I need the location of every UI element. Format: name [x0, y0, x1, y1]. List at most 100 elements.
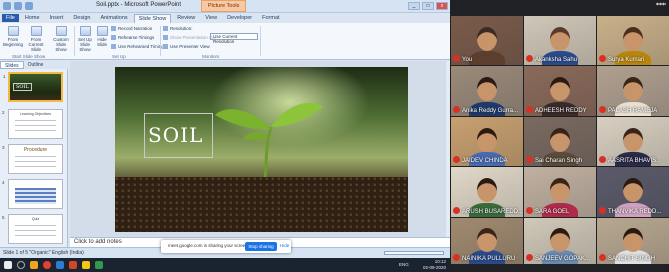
participant-name: THANVIKA REDD... [608, 209, 662, 215]
participant-name: PALASH RAMEJA [608, 108, 658, 114]
slide-thumbnail-3[interactable]: 3 Procedure [2, 144, 63, 174]
group-set-up: Set Up [112, 54, 126, 59]
participant-tile[interactable]: Surya Kumari [597, 16, 669, 65]
slide-thumbnail-list[interactable]: 1 SOIL 2 Learning Objectives 3 Procedure… [0, 69, 68, 247]
ribbon: From Beginning From Current Slide Custom… [0, 23, 450, 60]
participant-tile[interactable]: NAINIKA PULLURU [451, 218, 523, 264]
from-current-slide-button[interactable]: From Current Slide [25, 26, 47, 52]
slide-thumbnail-1[interactable]: 1 SOIL [3, 72, 63, 102]
slide-thumbnail-4[interactable]: 4 [2, 179, 63, 209]
folder-icon[interactable] [82, 261, 90, 269]
slide-title-box[interactable]: SOIL [144, 113, 213, 158]
tab-insert[interactable]: Insert [46, 14, 68, 22]
maximize-button[interactable]: □ [422, 2, 434, 10]
participant-face [477, 26, 497, 51]
start-icon[interactable] [4, 261, 12, 269]
resolution-label: Resolution: [163, 26, 193, 32]
use-rehearsed-timings-checkbox[interactable]: Use Rehearsed Timings [111, 44, 166, 50]
participant-name: SANCHIT SINGH [608, 256, 655, 262]
mic-off-icon [526, 106, 533, 113]
mic-off-icon [453, 55, 460, 62]
set-up-slide-show-button[interactable]: Set Up Slide Show [76, 26, 94, 52]
participant-face [550, 228, 570, 253]
participant-tile[interactable]: Akanksha Sahu [524, 16, 596, 65]
more-options-icon[interactable] [656, 2, 666, 6]
share-message: meet.google.com is sharing your screen. [168, 243, 250, 248]
status-text: Slide 1 of 5 "Organic" English (India) [3, 250, 84, 256]
title-bar: Soil.pptx - Microsoft PowerPoint Picture… [0, 0, 450, 13]
participant-tile[interactable]: SARA GOEL [524, 167, 596, 217]
participant-tile[interactable]: SANJEEV GOPAK... [524, 218, 596, 264]
mic-off-icon [453, 254, 460, 261]
hide-slide-button[interactable]: Hide Slide [95, 26, 109, 47]
undo-icon[interactable] [14, 2, 22, 10]
mic-off-icon [599, 254, 606, 261]
participant-face [623, 127, 643, 152]
search-icon[interactable] [17, 261, 25, 269]
slide-title-text: SOIL [148, 123, 204, 147]
tab-slide-show[interactable]: Slide Show [133, 13, 172, 23]
rehearse-timings-button[interactable]: Rehearse Timings [111, 35, 154, 41]
tab-file[interactable]: File [2, 14, 19, 22]
participant-tile[interactable]: You [451, 16, 523, 65]
powerpoint-window: Soil.pptx - Microsoft PowerPoint Picture… [0, 0, 450, 258]
save-icon[interactable] [3, 2, 11, 10]
windows-taskbar: ENG 10:12 02-09-2020 [0, 258, 450, 272]
mic-off-icon [453, 207, 460, 214]
hide-link[interactable]: Hide [280, 243, 289, 248]
zoom-slider[interactable] [384, 251, 444, 255]
language-indicator[interactable]: ENG [399, 262, 409, 267]
participant-tile[interactable]: Sai Charan Singh [524, 117, 596, 166]
participant-tile[interactable]: ADHEESH REDDY [524, 66, 596, 116]
ribbon-divider [260, 26, 261, 56]
participant-video [469, 51, 505, 65]
participant-name: SARA GOEL [535, 209, 570, 215]
tab-home[interactable]: Home [21, 14, 44, 22]
tab-design[interactable]: Design [69, 14, 94, 22]
tab-view[interactable]: View [201, 14, 221, 22]
stop-sharing-button[interactable]: Stop sharing [245, 242, 277, 251]
participant-face [477, 178, 497, 202]
participant-name: Sai Charan Singh [535, 158, 583, 164]
slide-thumbnail-5[interactable]: 5 Quiz [2, 214, 63, 244]
participant-tile[interactable]: AASRITA BHAVIS... [597, 117, 669, 166]
mic-off-icon [599, 55, 606, 62]
clock[interactable]: 10:12 02-09-2020 [423, 259, 446, 271]
tab-slides[interactable]: Slides [0, 61, 24, 69]
tab-animations[interactable]: Animations [96, 14, 131, 22]
mic-off-icon [526, 55, 533, 62]
vertical-scrollbar[interactable] [446, 61, 450, 237]
tab-developer[interactable]: Developer [223, 14, 256, 22]
tab-outline[interactable]: Outline [24, 61, 48, 69]
mic-off-icon [526, 156, 533, 163]
chrome-icon[interactable] [43, 261, 51, 269]
show-presentation-on-select[interactable]: Show Presentation On: [163, 35, 216, 41]
tab-review[interactable]: Review [173, 14, 199, 22]
mic-off-icon [526, 207, 533, 214]
participant-tile[interactable]: THANVIKA REDD... [597, 167, 669, 217]
participant-tile[interactable]: SANCHIT SINGH [597, 218, 669, 264]
participant-tile[interactable]: PALASH RAMEJA [597, 66, 669, 116]
redo-icon[interactable] [25, 2, 33, 10]
use-presenter-view-checkbox[interactable]: Use Presenter View [163, 44, 210, 50]
powerpoint-icon[interactable] [69, 261, 77, 269]
participant-tile[interactable]: ARUSH BUSAREDD... [451, 167, 523, 217]
clock-date: 02-09-2020 [422, 265, 446, 270]
app-icon[interactable] [95, 261, 103, 269]
word-icon[interactable] [56, 261, 64, 269]
close-button[interactable]: x [436, 2, 448, 10]
minimize-button[interactable]: _ [408, 2, 420, 10]
resolution-select[interactable]: Use Current Resolution [210, 33, 258, 44]
custom-slide-show-button[interactable]: Custom Slide Show [50, 26, 72, 52]
slide-thumbnail-2[interactable]: 2 Learning Objectives [2, 109, 63, 139]
tab-format[interactable]: Format [258, 14, 283, 22]
participant-face [550, 127, 570, 152]
from-beginning-button[interactable]: From Beginning [3, 26, 23, 47]
file-explorer-icon[interactable] [30, 261, 38, 269]
picture-tools-label[interactable]: Picture Tools [201, 0, 247, 12]
record-narration-button[interactable]: Record Narration [111, 26, 152, 32]
participant-tile[interactable]: Anika Reddy Gurra... [451, 66, 523, 116]
participant-face [623, 178, 643, 202]
participant-tile[interactable]: JAIDEV CHINDA [451, 117, 523, 166]
quick-access-toolbar [3, 2, 33, 10]
